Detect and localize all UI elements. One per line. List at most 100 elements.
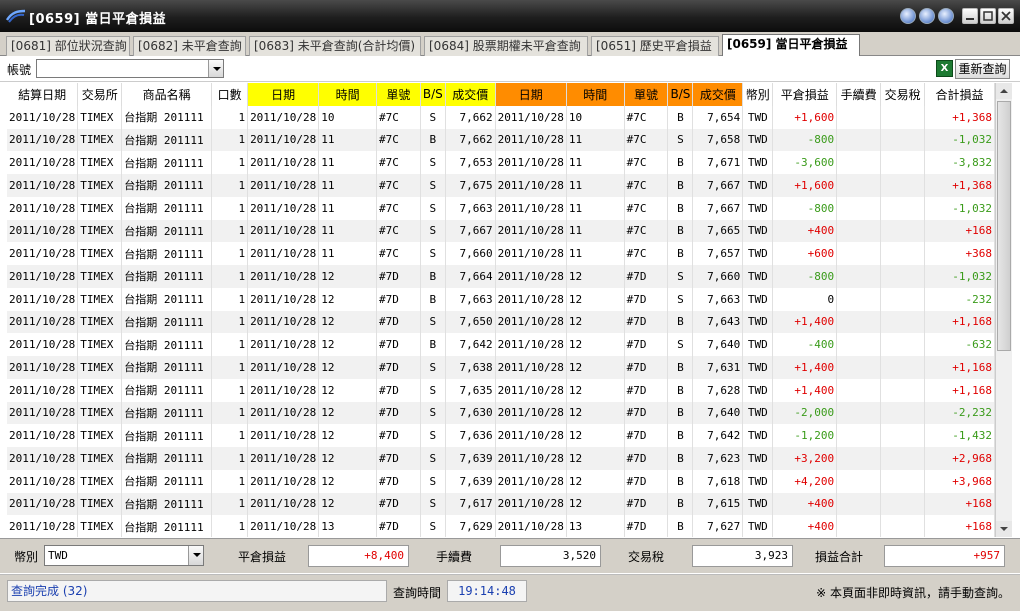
col-header-open-date[interactable]: 日期 <box>247 83 320 106</box>
table-row[interactable]: 2011/10/28 TIMEX 台指期 201111 1 2011/10/28 12 #7… <box>7 492 995 516</box>
table-row[interactable]: 2011/10/28 TIMEX 台指期 201111 1 2011/10/28 11 #7… <box>7 128 995 152</box>
table-row[interactable]: 2011/10/28 TIMEX 台指期 201111 1 2011/10/28 12 #7… <box>7 287 995 311</box>
minimize-button[interactable] <box>962 8 978 24</box>
cell-open-price: 7,664 <box>445 265 496 288</box>
scroll-down-icon[interactable] <box>996 521 1012 537</box>
cell-open-price: 7,638 <box>445 356 496 379</box>
cell-close-order: #7D <box>624 378 669 402</box>
table-row[interactable]: 2011/10/28 TIMEX 台指期 201111 1 2011/10/28 10 #7… <box>7 105 995 129</box>
col-header-product[interactable]: 商品名稱 <box>121 83 213 106</box>
cell-close-time: 11 <box>566 242 625 265</box>
cell-close-pnl: -3,600 <box>772 151 838 174</box>
table-row[interactable]: 2011/10/28 TIMEX 台指期 201111 1 2011/10/28 11 #7… <box>7 219 995 243</box>
tab-0651[interactable]: [0651] 歷史平倉損益 <box>591 36 719 56</box>
cell-close-bs: B <box>667 151 694 174</box>
cell-fee <box>836 515 882 537</box>
tab-0684[interactable]: [0684] 股票期權未平倉查詢 <box>424 36 588 56</box>
tab-0682[interactable]: [0682] 未平倉查詢 <box>133 36 246 56</box>
tab-0681[interactable]: [0681] 部位狀況查詢 <box>6 36 130 56</box>
cell-total-pnl: -1,032 <box>924 265 995 288</box>
col-header-open-price[interactable]: 成交價 <box>445 83 496 106</box>
vertical-scrollbar[interactable] <box>995 83 1012 537</box>
chevron-down-icon[interactable] <box>208 60 223 77</box>
col-header-open-time[interactable]: 時間 <box>318 83 378 106</box>
back-icon[interactable] <box>900 8 916 24</box>
cell-settle-date: 2011/10/28 <box>7 469 79 493</box>
cell-close-date: 2011/10/28 <box>494 242 567 265</box>
account-select[interactable] <box>36 59 224 78</box>
cell-open-bs: S <box>420 492 446 516</box>
table-row[interactable]: 2011/10/28 TIMEX 台指期 201111 1 2011/10/28 12 #7… <box>7 424 995 447</box>
col-header-fee[interactable]: 手續費 <box>836 83 882 106</box>
cell-product: 台指期 201111 <box>121 128 213 152</box>
col-header-currency[interactable]: 幣別 <box>742 83 774 106</box>
cell-open-price: 7,635 <box>445 378 496 402</box>
cell-fee <box>836 265 882 288</box>
tab-0659[interactable]: [0659] 當日平倉損益 <box>722 34 860 57</box>
cell-close-date: 2011/10/28 <box>494 174 567 197</box>
cell-open-date: 2011/10/28 <box>247 492 320 516</box>
table-row[interactable]: 2011/10/28 TIMEX 台指期 201111 1 2011/10/28 11 #7… <box>7 174 995 197</box>
cell-close-bs: B <box>667 469 694 493</box>
cell-open-time: 12 <box>318 333 378 356</box>
refresh-button[interactable]: 重新查詢 <box>955 59 1010 79</box>
cell-open-price: 7,642 <box>445 333 496 356</box>
cell-close-date: 2011/10/28 <box>494 515 567 537</box>
cell-close-date: 2011/10/28 <box>494 196 567 220</box>
close-button[interactable] <box>998 8 1014 24</box>
cell-qty: 1 <box>211 378 249 402</box>
col-header-close-order[interactable]: 單號 <box>624 83 669 106</box>
table-row[interactable]: 2011/10/28 TIMEX 台指期 201111 1 2011/10/28 13 #7… <box>7 515 995 537</box>
cell-fee <box>836 196 882 220</box>
cell-open-time: 13 <box>318 515 378 537</box>
cell-close-price: 7,631 <box>692 356 744 379</box>
cell-open-order: #7D <box>376 333 421 356</box>
col-header-close-bs[interactable]: B/S <box>667 83 694 106</box>
cell-product: 台指期 201111 <box>121 378 213 402</box>
col-header-exchange[interactable]: 交易所 <box>77 83 123 106</box>
table-row[interactable]: 2011/10/28 TIMEX 台指期 201111 1 2011/10/28 12 #7… <box>7 447 995 470</box>
col-header-settle-date[interactable]: 結算日期 <box>7 83 79 106</box>
help-icon[interactable] <box>938 8 954 24</box>
cell-close-price: 7,628 <box>692 378 744 402</box>
table-row[interactable]: 2011/10/28 TIMEX 台指期 201111 1 2011/10/28 12 #7… <box>7 265 995 288</box>
cell-exchange: TIMEX <box>77 401 123 425</box>
col-header-close-price[interactable]: 成交價 <box>692 83 744 106</box>
table-row[interactable]: 2011/10/28 TIMEX 台指期 201111 1 2011/10/28 12 #7… <box>7 469 995 493</box>
cell-tax <box>880 447 926 470</box>
col-header-open-bs[interactable]: B/S <box>420 83 446 106</box>
col-header-total-pnl[interactable]: 合計損益 <box>924 83 995 106</box>
scroll-thumb[interactable] <box>997 101 1011 351</box>
col-header-close-pnl[interactable]: 平倉損益 <box>772 83 838 106</box>
col-header-close-time[interactable]: 時間 <box>566 83 625 106</box>
cell-open-order: #7D <box>376 356 421 379</box>
table-row[interactable]: 2011/10/28 TIMEX 台指期 201111 1 2011/10/28 12 #7… <box>7 378 995 402</box>
col-header-close-date[interactable]: 日期 <box>495 83 567 106</box>
table-row[interactable]: 2011/10/28 TIMEX 台指期 201111 1 2011/10/28 11 #7… <box>7 196 995 220</box>
maximize-button[interactable] <box>980 8 996 24</box>
cell-exchange: TIMEX <box>77 242 123 265</box>
cell-open-bs: S <box>420 356 446 379</box>
tab-0683[interactable]: [0683] 未平倉查詢(合計均價) <box>249 36 421 56</box>
table-row[interactable]: 2011/10/28 TIMEX 台指期 201111 1 2011/10/28 12 #7… <box>7 310 995 334</box>
col-header-open-order[interactable]: 單號 <box>376 83 421 106</box>
cell-close-date: 2011/10/28 <box>494 401 567 425</box>
table-row[interactable]: 2011/10/28 TIMEX 台指期 201111 1 2011/10/28 12 #7… <box>7 401 995 425</box>
col-header-qty[interactable]: 口數 <box>211 83 249 106</box>
cell-open-time: 10 <box>318 105 378 129</box>
cell-open-bs: S <box>420 151 446 174</box>
scroll-up-icon[interactable] <box>996 83 1012 99</box>
table-row[interactable]: 2011/10/28 TIMEX 台指期 201111 1 2011/10/28 12 #7… <box>7 356 995 379</box>
table-row[interactable]: 2011/10/28 TIMEX 台指期 201111 1 2011/10/28 11 #7… <box>7 242 995 265</box>
currency-select[interactable]: TWD <box>44 545 204 566</box>
table-row[interactable]: 2011/10/28 TIMEX 台指期 201111 1 2011/10/28 12 #7… <box>7 333 995 356</box>
print-icon[interactable] <box>919 8 935 24</box>
cell-close-price: 7,660 <box>692 265 744 288</box>
table-row[interactable]: 2011/10/28 TIMEX 台指期 201111 1 2011/10/28 11 #7… <box>7 151 995 174</box>
excel-export-icon[interactable]: X <box>936 60 953 77</box>
cell-fee <box>836 174 882 197</box>
cell-qty: 1 <box>211 287 249 311</box>
col-header-tax[interactable]: 交易稅 <box>880 83 926 106</box>
cell-close-bs: B <box>667 242 694 265</box>
chevron-down-icon[interactable] <box>188 546 203 565</box>
